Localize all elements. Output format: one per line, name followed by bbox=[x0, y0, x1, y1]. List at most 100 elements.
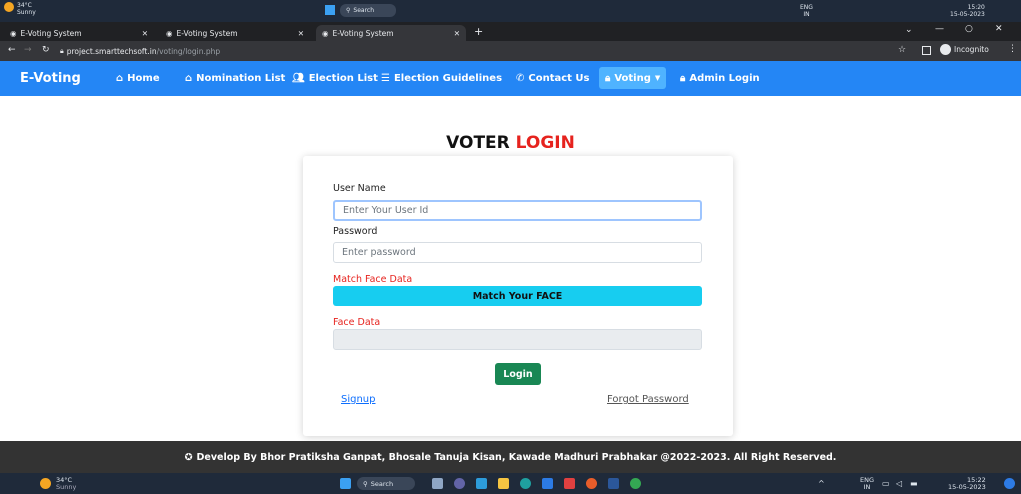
notification-icon[interactable] bbox=[1004, 478, 1015, 489]
username-label: User Name bbox=[333, 183, 386, 194]
nav-label: Election List bbox=[308, 73, 378, 84]
signup-link[interactable]: Signup bbox=[341, 394, 376, 405]
task-view-icon[interactable] bbox=[432, 478, 443, 489]
match-face-label: Match Face Data bbox=[333, 274, 413, 285]
browser-tab[interactable]: ◉ E-Voting System ✕ bbox=[4, 25, 154, 41]
volume-icon[interactable]: ◁ bbox=[896, 479, 902, 488]
mail-icon[interactable] bbox=[564, 478, 575, 489]
firefox-icon[interactable] bbox=[586, 478, 597, 489]
battery-icon[interactable]: ▬ bbox=[910, 479, 918, 488]
lock-icon: 🔒︎ bbox=[680, 73, 686, 84]
url-path: /voting/login.php bbox=[156, 46, 221, 56]
weather-widget[interactable]: 34°C Sunny bbox=[56, 477, 76, 491]
chrome-icon[interactable] bbox=[630, 478, 641, 489]
home-icon: ⌂ bbox=[116, 73, 124, 84]
nav-nomination-list[interactable]: ⌂ Nomination List bbox=[185, 61, 285, 96]
minimize-icon[interactable]: — bbox=[935, 24, 944, 34]
search-box[interactable]: ⚲ Search bbox=[340, 4, 396, 17]
weather-icon bbox=[4, 2, 14, 12]
search-label: Search bbox=[370, 479, 394, 488]
address-bar: ← → ↻ 🔒︎ project.smarttechsoft.in/voting… bbox=[0, 41, 1021, 61]
username-input[interactable]: Enter Your User Id bbox=[333, 200, 702, 221]
nav-voting-dropdown[interactable]: 🔒︎ Voting ▼ bbox=[599, 67, 667, 89]
site-footer: ✪ Develop By Bhor Pratiksha Ganpat, Bhos… bbox=[0, 441, 1021, 473]
password-label: Password bbox=[333, 226, 378, 237]
nav-label: Nomination List bbox=[196, 73, 286, 84]
password-input[interactable]: Enter password bbox=[333, 242, 702, 263]
search-icon: ⚲ bbox=[346, 7, 351, 14]
maximize-icon[interactable]: ○ bbox=[965, 24, 973, 34]
incognito-badge[interactable]: Incognito bbox=[940, 44, 989, 55]
lock-icon: 🔒︎ bbox=[605, 72, 611, 84]
forward-icon[interactable]: → bbox=[24, 45, 32, 55]
nav-admin-login[interactable]: 🔒︎ Admin Login bbox=[680, 61, 760, 96]
menu-icon[interactable]: ⋮ bbox=[1008, 44, 1017, 54]
incognito-label: Incognito bbox=[954, 45, 989, 54]
globe-icon: ◉ bbox=[10, 28, 17, 38]
face-data-field[interactable] bbox=[333, 329, 702, 350]
file-explorer-icon[interactable] bbox=[498, 478, 509, 489]
nav-home[interactable]: ⌂ Home bbox=[116, 61, 160, 96]
caret-down-icon: ▼ bbox=[654, 74, 661, 82]
nav-label: Voting bbox=[614, 72, 651, 84]
reload-icon[interactable]: ↻ bbox=[42, 45, 50, 55]
home-icon: ⌂ bbox=[185, 73, 193, 84]
nav-label: Admin Login bbox=[689, 73, 760, 84]
weather-temp: 34°C bbox=[17, 2, 32, 9]
network-icon[interactable]: ▭ bbox=[882, 479, 890, 488]
incognito-icon bbox=[940, 44, 951, 55]
close-icon[interactable]: ✕ bbox=[454, 29, 460, 38]
teams-icon[interactable] bbox=[454, 478, 465, 489]
login-button[interactable]: Login bbox=[495, 363, 541, 385]
clock-date: 15-05-2023 bbox=[950, 11, 985, 18]
new-tab-icon[interactable]: + bbox=[474, 25, 483, 38]
edge-icon[interactable] bbox=[476, 478, 487, 489]
globe-icon: ◉ bbox=[322, 28, 329, 38]
lock-icon: 🔒︎ bbox=[60, 46, 64, 55]
site-navbar: E-Voting ⌂ Home ⌂ Nomination List 👥︎ Ele… bbox=[0, 61, 1021, 96]
browser-tab[interactable]: ◉ E-Voting System ✕ bbox=[160, 25, 310, 41]
forgot-password-link[interactable]: Forgot Password bbox=[607, 394, 689, 405]
os-top-strip: 34°C Sunny ⚲ Search ENG IN 15:20 15-05-2… bbox=[0, 0, 1021, 22]
nav-election-guidelines[interactable]: ☰ Election Guidelines bbox=[381, 61, 502, 96]
app-icon[interactable] bbox=[520, 478, 531, 489]
taskbar-search[interactable]: ⚲ Search bbox=[357, 477, 415, 490]
windows-start-icon[interactable] bbox=[325, 5, 335, 15]
windows-start-icon[interactable] bbox=[340, 478, 351, 489]
clock[interactable]: 15:20 15-05-2023 bbox=[950, 4, 985, 18]
url-field[interactable]: 🔒︎ project.smarttechsoft.in/voting/login… bbox=[60, 44, 880, 58]
region-code: IN bbox=[863, 483, 871, 491]
clock-date: 15-05-2023 bbox=[948, 483, 986, 491]
clock[interactable]: 15:22 15-05-2023 bbox=[948, 477, 986, 491]
region-code: IN bbox=[803, 11, 810, 18]
sidepanel-icon[interactable] bbox=[922, 46, 931, 55]
star-icon[interactable]: ☆ bbox=[898, 45, 906, 55]
nav-election-list[interactable]: 👥︎ Election List bbox=[292, 61, 378, 96]
clock-time: 15:20 bbox=[967, 4, 985, 11]
brand-logo[interactable]: E-Voting bbox=[20, 61, 81, 96]
language-indicator[interactable]: ENG IN bbox=[860, 477, 874, 491]
close-window-icon[interactable]: ✕ bbox=[995, 24, 1003, 34]
title-part-2: LOGIN bbox=[515, 133, 575, 153]
footer-text: Develop By Bhor Pratiksha Ganpat, Bhosal… bbox=[196, 451, 837, 463]
url-host: project.smarttechsoft.in bbox=[66, 46, 157, 56]
list-icon: ☰ bbox=[381, 73, 390, 84]
nav-label: Contact Us bbox=[528, 73, 590, 84]
title-part-1: VOTER bbox=[446, 133, 510, 153]
close-icon[interactable]: ✕ bbox=[298, 29, 304, 38]
browser-tab-bar: ◉ E-Voting System ✕ ◉ E-Voting System ✕ … bbox=[0, 22, 1021, 41]
weather-icon bbox=[40, 478, 51, 489]
store-icon[interactable] bbox=[542, 478, 553, 489]
chevron-up-icon[interactable]: ^ bbox=[818, 479, 825, 488]
language-indicator[interactable]: ENG IN bbox=[800, 4, 813, 18]
browser-tab-active[interactable]: ◉ E-Voting System ✕ bbox=[316, 25, 466, 41]
word-icon[interactable] bbox=[608, 478, 619, 489]
password-placeholder: Enter password bbox=[342, 247, 416, 258]
nav-contact-us[interactable]: ✆ Contact Us bbox=[516, 61, 590, 96]
chevron-down-icon[interactable]: ⌄ bbox=[905, 25, 913, 35]
match-face-button[interactable]: Match Your FACE bbox=[333, 286, 702, 306]
weather-widget[interactable]: 34°C Sunny bbox=[17, 2, 36, 16]
close-icon[interactable]: ✕ bbox=[142, 29, 148, 38]
back-icon[interactable]: ← bbox=[8, 45, 16, 55]
search-label: Search bbox=[353, 7, 375, 14]
